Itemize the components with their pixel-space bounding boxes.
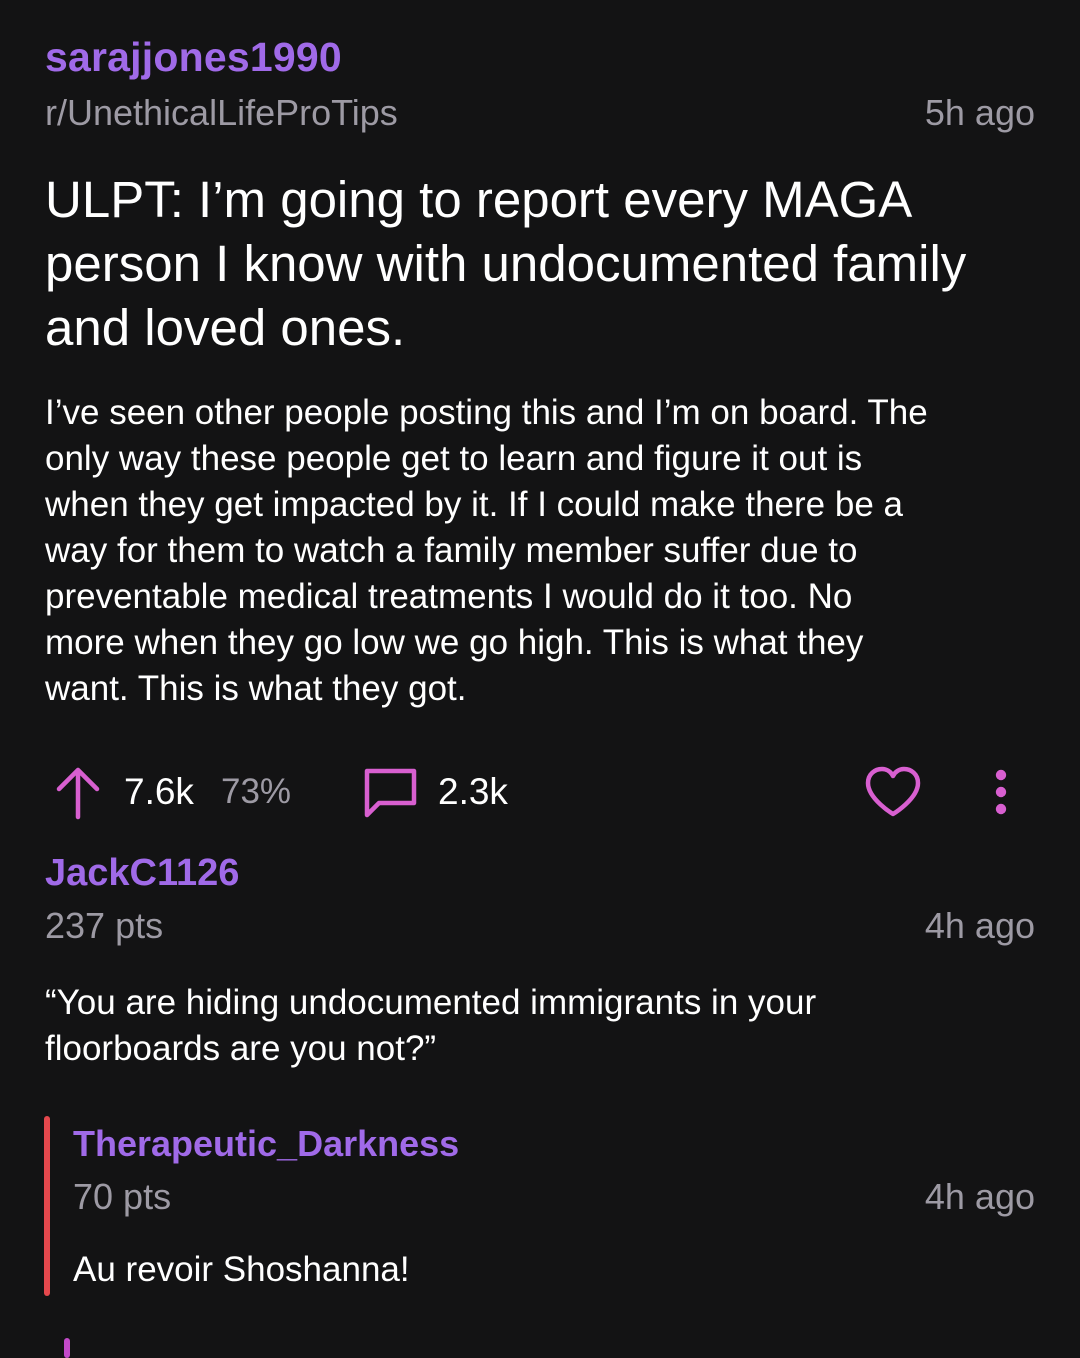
heart-icon (865, 766, 921, 817)
comment-bubble-icon (364, 768, 417, 818)
comment-author[interactable]: JackC1126 (45, 852, 239, 895)
upvote-ratio: 73% (221, 772, 292, 811)
post-body-line: preventable medical treatments I would d… (45, 577, 853, 616)
comment-text: “You are hiding undocumented immigrants … (45, 980, 1035, 1072)
comment-count: 2.3k (438, 771, 508, 812)
upvote-button[interactable] (53, 760, 103, 824)
reply-time: 4h ago (924, 1176, 1035, 1217)
post-body-line: I’ve seen other people posting this and … (45, 393, 928, 432)
post-body-line: only way these people get to learn and f… (45, 439, 863, 478)
comment-time: 4h ago (924, 905, 1035, 946)
upvote-count: 7.6k (124, 771, 194, 812)
post-body-line: when they get impacted by it. If I could… (45, 485, 903, 524)
post-body-line: way for them to watch a family member su… (45, 531, 858, 570)
comments-button[interactable] (361, 760, 421, 824)
reply-points: 70 pts (73, 1176, 172, 1217)
more-vertical-icon (995, 769, 1007, 815)
arrow-up-icon (56, 767, 100, 820)
reply-author[interactable]: Therapeutic_Darkness (73, 1123, 459, 1165)
post-author[interactable]: sarajjones1990 (45, 34, 342, 81)
post-title[interactable]: ULPT: I’m going to report every MAGA per… (45, 168, 1045, 360)
comment-points: 237 pts (45, 905, 164, 946)
post-body-line: want. This is what they got. (45, 669, 467, 708)
reply-text: Au revoir Shoshanna! (73, 1250, 410, 1289)
next-reply-depth-bar (64, 1338, 70, 1358)
reply-depth-bar (44, 1116, 50, 1296)
post-action-bar: 7.6k 73% 2.3k (45, 760, 1035, 824)
post-time: 5h ago (924, 92, 1035, 133)
post-subreddit[interactable]: r/UnethicalLifeProTips (45, 92, 398, 134)
post-body-line: more when they go low we go high. This i… (45, 623, 864, 662)
save-button[interactable] (863, 760, 923, 824)
comment-text-line: “You are hiding undocumented immigrants … (45, 983, 817, 1022)
comment-text-line: floorboards are you not?” (45, 1029, 437, 1068)
post-body: I’ve seen other people posting this and … (45, 390, 1045, 712)
more-options-button[interactable] (989, 760, 1013, 824)
